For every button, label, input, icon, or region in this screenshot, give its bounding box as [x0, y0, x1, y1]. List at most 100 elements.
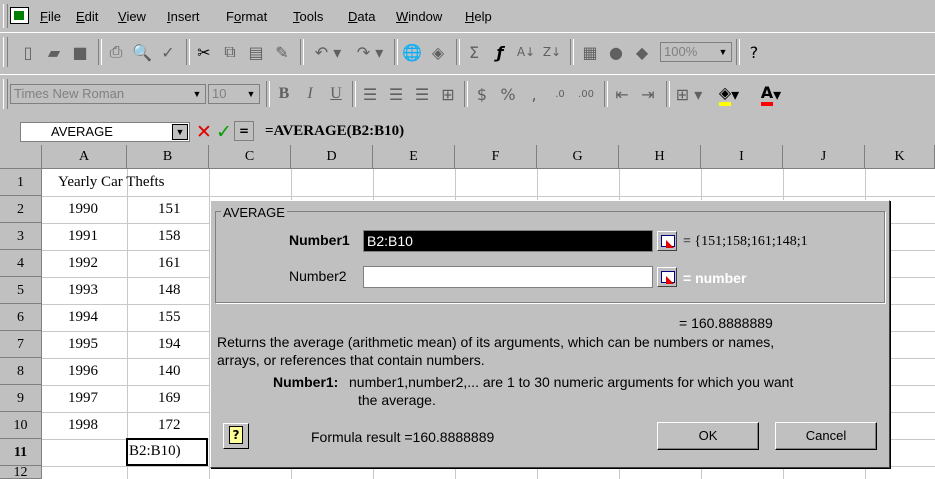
new-icon[interactable]: ▯ — [16, 40, 40, 64]
comma-style-icon[interactable]: , — [522, 82, 546, 106]
row-header[interactable]: 11 — [0, 439, 42, 466]
office-assistant-icon[interactable]: ? — [742, 40, 766, 64]
formula-text[interactable]: =AVERAGE(B2:B10) — [265, 123, 404, 140]
row-header[interactable]: 6 — [0, 304, 42, 331]
font-size-combo[interactable]: 10 ▼ — [208, 84, 260, 104]
row-header[interactable]: 10 — [0, 412, 42, 439]
italic-icon[interactable]: I — [298, 82, 322, 106]
row-header[interactable]: 1 — [0, 169, 42, 196]
align-center-icon[interactable]: ☰ — [384, 82, 408, 106]
thefts-cell[interactable]: 158 — [158, 228, 181, 245]
align-right-icon[interactable]: ☰ — [410, 82, 434, 106]
column-header[interactable]: A — [42, 145, 127, 169]
year-cell[interactable]: 1991 — [68, 228, 98, 245]
open-icon[interactable]: ▰ — [42, 40, 66, 64]
edit-formula-button[interactable]: = — [234, 121, 254, 141]
percent-icon[interactable]: % — [496, 82, 520, 106]
row-header[interactable]: 8 — [0, 358, 42, 385]
row-header[interactable]: 12 — [0, 466, 42, 479]
year-cell[interactable]: 1996 — [68, 363, 98, 380]
format-painter-icon[interactable]: ✎ — [270, 40, 294, 64]
menu-data[interactable]: Data — [348, 9, 375, 24]
column-header[interactable]: F — [455, 145, 537, 169]
cut-icon[interactable]: ✂ — [192, 40, 216, 64]
menu-file[interactable]: File — [40, 9, 61, 24]
cancel-icon[interactable]: ✕ — [196, 121, 212, 143]
menu-edit[interactable]: Edit — [76, 9, 98, 24]
select-all-button[interactable] — [0, 145, 42, 169]
collapse-dialog-icon[interactable] — [657, 231, 677, 251]
year-cell[interactable]: 1992 — [68, 255, 98, 272]
menu-window[interactable]: Window — [396, 9, 442, 24]
thefts-cell[interactable]: 155 — [158, 309, 181, 326]
column-header[interactable]: I — [701, 145, 783, 169]
thefts-cell[interactable]: 151 — [158, 201, 181, 218]
column-header[interactable]: B — [127, 145, 209, 169]
save-icon[interactable]: ■ — [68, 40, 92, 64]
toolbar-grip[interactable] — [3, 79, 8, 109]
currency-icon[interactable]: $ — [470, 82, 494, 106]
redo-icon[interactable]: ↷ ▾ — [350, 40, 390, 64]
chart-wizard-icon[interactable]: ▦ — [578, 40, 602, 64]
print-icon[interactable]: ⎙ — [104, 40, 128, 64]
number1-input[interactable]: B2:B10 — [363, 230, 653, 252]
column-header[interactable]: G — [537, 145, 619, 169]
active-cell[interactable]: B2:B10) — [126, 438, 208, 466]
thefts-cell[interactable]: 169 — [158, 390, 181, 407]
row-header[interactable]: 5 — [0, 277, 42, 304]
menu-help[interactable]: Help — [465, 9, 492, 24]
paste-icon[interactable]: ▤ — [244, 40, 268, 64]
menu-tools[interactable]: Tools — [293, 9, 323, 24]
ok-button[interactable]: OK — [657, 422, 759, 450]
borders-icon[interactable]: ⊞ ▾ — [672, 82, 706, 106]
help-icon[interactable] — [223, 423, 249, 449]
font-color-icon[interactable]: A ▾ — [752, 82, 790, 106]
year-cell[interactable]: 1994 — [68, 309, 98, 326]
thefts-cell[interactable]: 194 — [158, 336, 181, 353]
bold-icon[interactable]: B — [272, 82, 296, 106]
spelling-icon[interactable]: ✓ — [156, 40, 180, 64]
row-header[interactable]: 7 — [0, 331, 42, 358]
row-header[interactable]: 3 — [0, 223, 42, 250]
number2-input[interactable] — [363, 266, 653, 288]
name-box[interactable]: AVERAGE ▼ — [20, 122, 190, 142]
menu-view[interactable]: View — [118, 9, 146, 24]
increase-indent-icon[interactable]: ⇥ — [636, 82, 660, 106]
column-header[interactable]: D — [291, 145, 373, 169]
drawing-icon[interactable]: ◆ — [630, 40, 654, 64]
thefts-cell[interactable]: 161 — [158, 255, 181, 272]
year-cell[interactable]: 1997 — [68, 390, 98, 407]
year-cell[interactable]: 1995 — [68, 336, 98, 353]
thefts-cell[interactable]: 148 — [158, 282, 181, 299]
menubar-grip[interactable] — [3, 4, 8, 28]
map-icon[interactable]: ● — [604, 40, 628, 64]
column-header[interactable]: E — [373, 145, 455, 169]
sort-descending-icon[interactable]: Z↓ — [540, 40, 564, 64]
merge-center-icon[interactable]: ⊞ — [436, 82, 460, 106]
column-header[interactable]: K — [865, 145, 935, 169]
enter-icon[interactable]: ✓ — [216, 121, 232, 143]
undo-icon[interactable]: ↶ ▾ — [308, 40, 348, 64]
toolbar-grip[interactable] — [3, 37, 8, 67]
workbook-icon[interactable] — [10, 7, 29, 24]
print-preview-icon[interactable]: 🔍 — [130, 40, 154, 64]
align-left-icon[interactable]: ☰ — [358, 82, 382, 106]
row-header[interactable]: 4 — [0, 250, 42, 277]
fill-color-icon[interactable]: ◈ ▾ — [710, 82, 748, 106]
autosum-icon[interactable]: Σ — [462, 40, 486, 64]
zoom-combo[interactable]: 100% ▼ — [660, 42, 732, 62]
column-header[interactable]: H — [619, 145, 701, 169]
thefts-cell[interactable]: 140 — [158, 363, 181, 380]
year-cell[interactable]: 1993 — [68, 282, 98, 299]
collapse-dialog-icon[interactable] — [657, 267, 677, 287]
row-header[interactable]: 9 — [0, 385, 42, 412]
sort-ascending-icon[interactable]: A↓ — [514, 40, 538, 64]
row-header[interactable]: 2 — [0, 196, 42, 223]
increase-decimal-icon[interactable]: .0 — [548, 82, 572, 106]
web-toolbar-icon[interactable]: ◈ — [426, 40, 450, 64]
decrease-decimal-icon[interactable]: .00 — [574, 82, 598, 106]
copy-icon[interactable]: ⧉ — [218, 40, 242, 64]
font-name-combo[interactable]: Times New Roman ▼ — [10, 84, 206, 104]
column-header[interactable]: C — [209, 145, 291, 169]
hyperlink-icon[interactable]: 🌐 — [400, 40, 424, 64]
